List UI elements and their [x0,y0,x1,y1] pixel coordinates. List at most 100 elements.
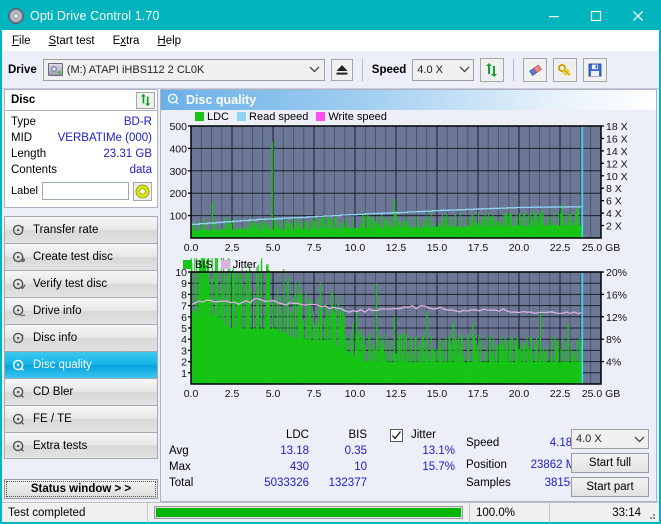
test-speed-value: 4.0 X [576,433,602,445]
legend-item-ldc: LDC [195,111,229,123]
jitter-checkbox[interactable] [390,429,403,442]
disc-panel-title: Disc [11,94,36,106]
sidebar-item-verify-test-disc[interactable]: Verify test disc [4,270,158,297]
drive-value: (M:) ATAPI iHBS112 2 CL0K [66,63,205,76]
drive-select[interactable]: (M:) ATAPI iHBS112 2 CL0K [42,58,325,81]
stats-row-label-avg: Avg [169,445,189,457]
svg-text:0.0: 0.0 [184,388,199,400]
sidebar-item-transfer-rate[interactable]: Transfer rate [4,216,158,243]
cd-bler-icon [10,385,27,399]
sidebar-item-fe-te[interactable]: FE / TE [4,405,158,432]
chevron-down-icon [630,429,648,449]
verify-test-disc-icon [10,277,27,291]
menu-bar: File Start test Extra Help [2,30,659,51]
svg-text:2 X: 2 X [606,221,622,233]
bis-jitter-chart-svg: 123456789104%8%12%16%20%0.0 2.5 5.0 7.5 10.0… [175,209,627,400]
refresh-icon[interactable] [480,57,505,82]
legend-item-jitter: Jitter [220,259,257,271]
stats-row-label-total: Total [169,477,194,489]
svg-text:2.5: 2.5 [225,388,240,400]
menu-start-test[interactable]: Start test [49,35,95,47]
start-part-button[interactable]: Start part [571,477,649,497]
legend-label-ldc: LDC [207,111,230,123]
status-window-button[interactable]: Status window > > [4,479,158,499]
speed-select[interactable]: 4.0 X [412,58,475,81]
sidebar-item-label: Transfer rate [33,224,99,236]
extra-tests-icon [10,439,27,453]
sidebar-item-label: Extra tests [33,439,88,452]
svg-text:5.0: 5.0 [266,242,281,254]
title-bar: Opti Drive Control 1.70 [2,2,659,30]
progress-bar [154,506,463,519]
minimize-icon[interactable] [533,2,575,30]
legend-swatch-jitter [220,260,230,269]
drive-icon [47,63,63,76]
disc-contents-label: Contents [11,164,58,176]
sidebar-item-cd-bler[interactable]: CD Bler [4,378,158,405]
keys-icon[interactable] [553,57,578,82]
svg-text:16 X: 16 X [606,133,628,145]
sidebar-item-disc-quality[interactable]: Disc quality [4,351,158,378]
menu-help-rest: elp [165,34,182,47]
stats-row-label-max: Max [169,461,191,473]
disc-refresh-icon[interactable] [136,91,155,109]
sidebar-item-extra-tests[interactable]: Extra tests [4,432,158,459]
disc-label-input[interactable] [41,182,129,200]
svg-text:6 X: 6 X [606,196,622,208]
chevron-down-icon [306,60,324,80]
test-speed-select[interactable]: 4.0 X [571,429,649,449]
legend-item-bis: BIS [183,259,213,271]
legend-label-read-speed: Read speed [249,111,309,123]
stats-bis-avg: 0.35 [344,445,367,457]
disc-quality-icon [167,92,180,108]
sidebar-item-create-test-disc[interactable]: Create test disc [4,243,158,270]
progress-percent: 100.0% [470,502,550,523]
sidebar-item-label: FE / TE [33,413,72,425]
svg-text:4%: 4% [606,357,621,369]
svg-text:0.0: 0.0 [184,242,199,254]
ldc-chart[interactable]: LDC Read speed Write speed 100 200 300 400 5… [161,110,656,258]
stats-jitter-avg: 13.1% [422,445,455,457]
svg-text:20.0: 20.0 [509,388,530,400]
menu-file[interactable]: File [12,35,31,47]
sidebar-item-drive-info[interactable]: Drive info [4,297,158,324]
ldc-chart-svg: 1002003004005002 X4 X6 X8 X10 X12 X14 X1… [169,121,628,254]
svg-text:22.5: 22.5 [550,388,571,400]
stats-panel: Avg Max Total LDC 13.18 430 5033326 BIS … [161,423,656,501]
svg-text:15.0: 15.0 [427,388,448,400]
bis-jitter-chart[interactable]: BIS Jitter 1 2 3 4 5 6 7 8 9 10 4% 8% 12% 16% 20% 0.0 2.… [161,209,656,406]
main-panel: Disc quality LDC Read speed Write speed … [160,89,657,502]
stats-col-header-ldc: LDC [285,429,309,441]
disc-label-row: Label [11,180,152,202]
svg-text:15.0: 15.0 [427,242,448,254]
eject-button[interactable] [330,58,353,81]
save-icon[interactable] [583,57,608,82]
svg-text:17.5: 17.5 [468,242,489,254]
disc-panel-header: Disc [4,89,158,110]
menu-start-test-rest: tart test [56,34,95,47]
svg-text:16%: 16% [606,289,627,301]
close-icon[interactable] [617,2,659,30]
svg-text:10.0: 10.0 [345,388,366,400]
create-test-disc-icon [10,250,27,264]
maximize-icon[interactable] [575,2,617,30]
window-title: Opti Drive Control 1.70 [30,9,160,23]
svg-text:20.0: 20.0 [509,242,530,254]
menu-extra[interactable]: Extra [113,35,140,47]
resize-grip[interactable] [645,509,657,521]
bis-chart-legend: BIS Jitter [183,259,257,271]
stats-ldc-avg: 13.18 [280,445,309,457]
stats-position-label: Position [466,459,507,471]
app-disc-icon [8,8,24,24]
svg-text:18 X: 18 X [606,121,628,133]
svg-text:25.0 GB: 25.0 GB [582,242,621,254]
svg-text:20%: 20% [606,267,627,279]
cd-icon[interactable] [133,181,152,201]
eraser-icon[interactable] [523,57,548,82]
start-full-button[interactable]: Start full [571,453,649,473]
toolbar-separator-1 [361,58,363,81]
svg-text:10.0: 10.0 [345,242,366,254]
menu-help[interactable]: Help [157,35,181,47]
elapsed-time: 33:14 [612,506,641,519]
sidebar-item-disc-info[interactable]: Disc info [4,324,158,351]
